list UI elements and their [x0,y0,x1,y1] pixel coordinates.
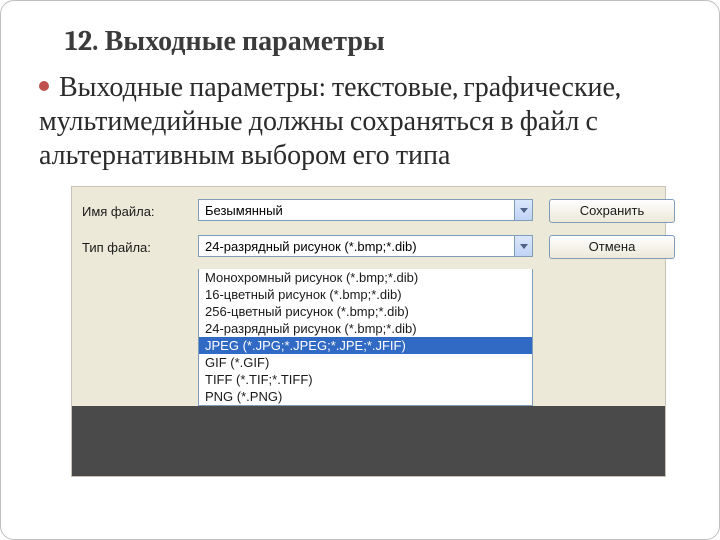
chevron-down-icon [520,208,528,213]
filename-dropdown-button[interactable] [514,200,532,220]
slide-frame: 12. Выходные параметры Выходные параметр… [0,0,720,540]
chevron-down-icon [520,244,528,249]
dialog-lower-panel [72,406,665,476]
filename-label: Имя файла: [82,204,182,219]
filetype-options-list[interactable]: Монохромный рисунок (*.bmp;*.dib) 16-цве… [198,269,533,406]
form-area: Имя файла: Сохранить Тип файла: Отмена [72,187,665,267]
list-item[interactable]: 16-цветный рисунок (*.bmp;*.dib) [199,286,532,303]
list-item[interactable]: TIFF (*.TIF;*.TIFF) [199,371,532,388]
slide-title: 12. Выходные параметры [65,25,689,58]
list-item[interactable]: 24-разрядный рисунок (*.bmp;*.dib) [199,320,532,337]
list-item[interactable]: GIF (*.GIF) [199,354,532,371]
save-dialog: Имя файла: Сохранить Тип файла: Отмена М… [71,186,666,477]
filetype-field-wrap [198,235,533,259]
list-item[interactable]: PNG (*.PNG) [199,388,532,405]
filetype-label: Тип файла: [82,240,182,255]
filename-field-wrap [198,199,533,223]
list-item[interactable]: 256-цветный рисунок (*.bmp;*.dib) [199,303,532,320]
filename-input[interactable] [198,199,533,221]
save-button[interactable]: Сохранить [549,199,675,223]
filetype-dropdown-button[interactable] [514,236,532,256]
list-item[interactable]: Монохромный рисунок (*.bmp;*.dib) [199,269,532,286]
list-item-selected[interactable]: JPEG (*.JPG;*.JPEG;*.JPE;*.JFIF) [199,337,532,354]
bullet-icon [39,81,49,91]
filetype-input[interactable] [198,235,533,257]
body-text-content: Выходные параметры: текстовые, графическ… [39,71,620,171]
cancel-button[interactable]: Отмена [549,235,675,259]
slide-body-text: Выходные параметры: текстовые, графическ… [39,70,681,172]
